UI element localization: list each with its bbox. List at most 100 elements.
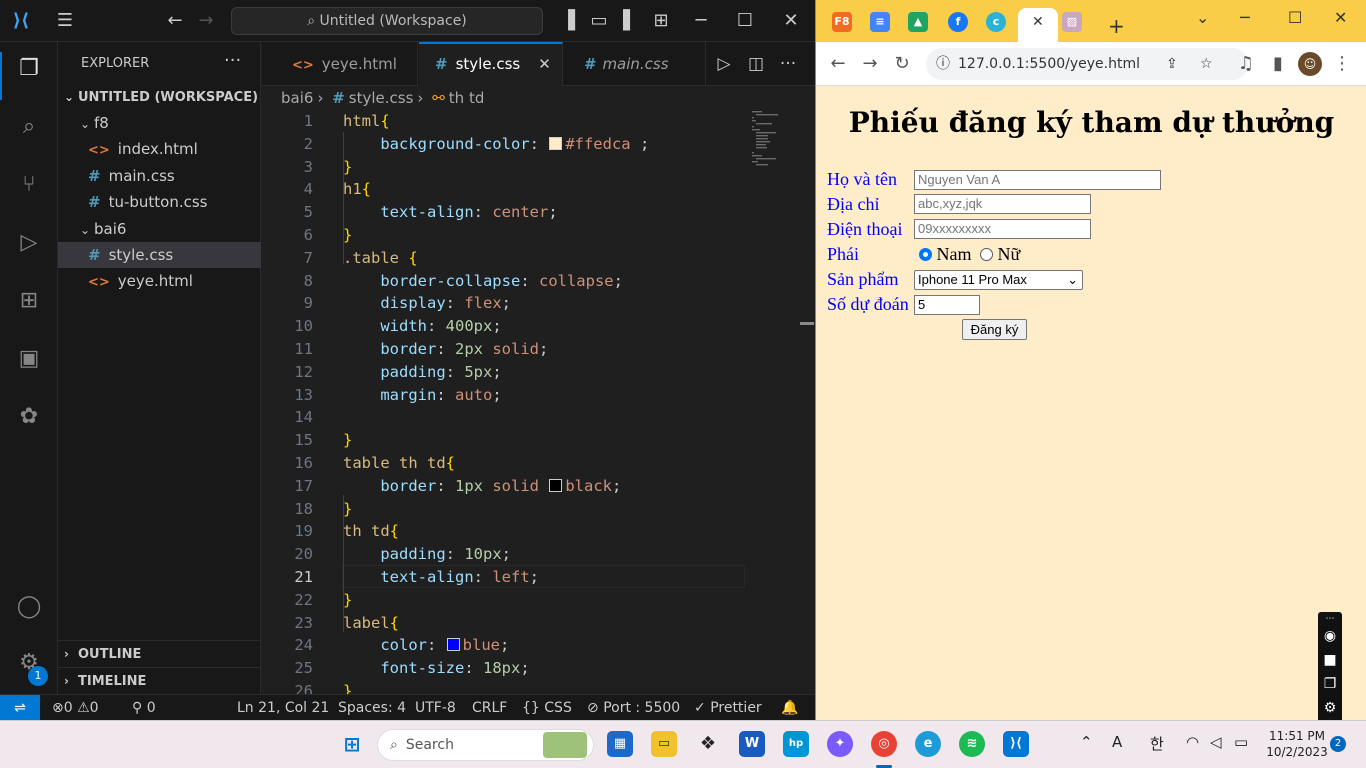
- spotify-icon[interactable]: ≋: [959, 731, 985, 757]
- close-tab-icon[interactable]: ✕: [538, 55, 551, 73]
- store-icon[interactable]: ▦: [607, 731, 633, 757]
- media-icon[interactable]: ♫: [1234, 52, 1258, 76]
- code-line[interactable]: 1 html{: [262, 110, 802, 133]
- color-swatch[interactable]: [549, 136, 563, 150]
- figma-icon[interactable]: ✿: [14, 402, 44, 432]
- address-input[interactable]: abc,xyz,jqk: [914, 194, 1091, 214]
- split-editor-icon[interactable]: ◫: [744, 52, 768, 76]
- code-line[interactable]: 8 border-collapse: collapse;: [262, 270, 802, 293]
- volume-icon[interactable]: ◁: [1210, 733, 1222, 751]
- remote-indicator-icon[interactable]: ⇌: [0, 695, 40, 721]
- forward-icon[interactable]: →: [858, 52, 882, 76]
- command-center[interactable]: ⌕ Untitled (Workspace): [231, 7, 543, 35]
- run-debug-icon[interactable]: ▷: [14, 228, 44, 258]
- editor-scrollbar[interactable]: [800, 110, 814, 694]
- explorer-icon[interactable]: ❐: [14, 54, 44, 84]
- pen-icon[interactable]: A: [1112, 733, 1122, 751]
- indentation[interactable]: Spaces: 4: [338, 695, 406, 721]
- breadcrumb-folder[interactable]: bai6: [281, 89, 313, 107]
- tab-yeye-html[interactable]: <> yeye.html: [262, 42, 418, 86]
- chrome-icon[interactable]: ◎: [871, 731, 897, 757]
- toggle-sidebar-icon[interactable]: ▐: [555, 8, 581, 34]
- file-explorer-icon[interactable]: ▭: [651, 731, 677, 757]
- tab-drive[interactable]: ▲: [908, 12, 928, 32]
- menu-icon[interactable]: ☰: [52, 8, 78, 34]
- file-yeye-html[interactable]: <> yeye.html: [58, 268, 261, 294]
- source-control-icon[interactable]: ⑂: [14, 170, 44, 200]
- tab-f8[interactable]: F8: [832, 12, 852, 32]
- live-server-port[interactable]: ⊘ Port : 5500: [587, 695, 680, 721]
- file-tu-button-css[interactable]: # tu-button.css: [58, 189, 261, 215]
- edge-icon[interactable]: e: [915, 731, 941, 757]
- code-line[interactable]: 10 width: 400px;: [262, 315, 802, 338]
- tab-facebook[interactable]: f: [948, 12, 968, 32]
- new-tab-icon[interactable]: +: [1108, 14, 1125, 38]
- more-actions-icon[interactable]: ···: [224, 50, 241, 71]
- back-icon[interactable]: ←: [826, 52, 850, 76]
- back-icon[interactable]: ←: [162, 8, 188, 34]
- avatar[interactable]: ☺: [1298, 52, 1322, 76]
- forward-icon[interactable]: →: [193, 8, 219, 34]
- code-line[interactable]: 12 padding: 5px;: [262, 361, 802, 384]
- chevron-up-icon[interactable]: ⌃: [1080, 733, 1093, 751]
- vscode-icon[interactable]: ⟩⟨: [1003, 731, 1029, 757]
- color-swatch[interactable]: [549, 478, 563, 492]
- code-line[interactable]: 15}: [262, 429, 802, 452]
- folder-bai6[interactable]: ⌄ bai6: [58, 216, 261, 242]
- radio-male[interactable]: [919, 248, 932, 261]
- guess-input[interactable]: 5: [914, 295, 980, 315]
- close-icon[interactable]: ✕: [1334, 8, 1347, 27]
- breadcrumb-file[interactable]: style.css: [349, 89, 414, 107]
- folder-f8[interactable]: ⌄ f8: [58, 110, 261, 136]
- minimize-icon[interactable]: ─: [1240, 8, 1250, 27]
- timeline-section[interactable]: › TIMELINE: [58, 667, 261, 693]
- toggle-panel-icon[interactable]: ▭: [586, 8, 612, 34]
- video-icon[interactable]: ■: [1318, 652, 1342, 668]
- tab-search-icon[interactable]: ⌄: [1196, 8, 1209, 27]
- tab-edge-like[interactable]: c: [986, 12, 1006, 32]
- tab-yeye-active[interactable]: ✕: [1018, 8, 1058, 42]
- dropbox-icon[interactable]: ❖: [695, 731, 721, 757]
- file-main-css[interactable]: # main.css: [58, 163, 261, 189]
- phone-input[interactable]: 09xxxxxxxxx: [914, 219, 1091, 239]
- product-select[interactable]: Iphone 11 Pro Max ⌄: [914, 270, 1083, 290]
- search-icon[interactable]: ⌕: [14, 112, 44, 142]
- close-tab-icon[interactable]: ✕: [1032, 14, 1044, 30]
- side-panel-icon[interactable]: ▮: [1266, 52, 1290, 76]
- ports-status[interactable]: ⚲ 0: [132, 695, 156, 721]
- file-index-html[interactable]: <> index.html: [58, 136, 261, 162]
- prettier-status[interactable]: ✓ Prettier: [694, 695, 762, 721]
- word-icon[interactable]: W: [739, 731, 765, 757]
- code-line[interactable]: 13 margin: auto;: [262, 384, 802, 407]
- language-mode[interactable]: {} CSS: [522, 695, 572, 721]
- star-icon[interactable]: ☆: [1200, 48, 1213, 80]
- tab-image[interactable]: ▨: [1062, 12, 1082, 32]
- workspace-root[interactable]: ⌄ UNTITLED (WORKSPACE): [58, 84, 261, 110]
- wifi-icon[interactable]: ◠: [1186, 733, 1199, 751]
- code-line[interactable]: 25 font-size: 18px;: [262, 657, 802, 680]
- clock[interactable]: 11:51 PM 10/2/2023: [1262, 728, 1332, 760]
- file-style-css[interactable]: # style.css: [58, 242, 261, 268]
- tab-style-css[interactable]: # style.css ✕: [419, 42, 563, 86]
- code-line[interactable]: 16 table th td{: [262, 452, 802, 475]
- color-swatch[interactable]: [446, 638, 460, 652]
- windows-start-icon[interactable]: ⊞: [339, 731, 365, 757]
- settings-icon[interactable]: ⚙: [1318, 700, 1342, 716]
- outline-section[interactable]: › OUTLINE: [58, 640, 261, 666]
- tab-docs[interactable]: ≡: [870, 12, 890, 32]
- extensions-icon[interactable]: ⊞: [14, 286, 44, 316]
- cursor-position[interactable]: Ln 21, Col 21: [237, 695, 329, 721]
- taskbar-search[interactable]: ⌕ Search: [377, 729, 594, 761]
- code-line[interactable]: 14: [262, 406, 802, 429]
- copilot-icon[interactable]: ✦: [827, 731, 853, 757]
- run-icon[interactable]: ▷: [712, 52, 736, 76]
- line-ending[interactable]: CRLF: [472, 695, 507, 721]
- bell-icon[interactable]: 🔔: [781, 695, 798, 721]
- reload-icon[interactable]: ↻: [890, 52, 914, 76]
- minimap[interactable]: [752, 110, 800, 170]
- share-icon[interactable]: ⇪: [1166, 48, 1178, 80]
- remote-explorer-icon[interactable]: ▣: [14, 344, 44, 374]
- radio-female[interactable]: [980, 248, 993, 261]
- breadcrumb-symbol[interactable]: th td: [449, 89, 485, 107]
- problems-status[interactable]: ⊗0 ⚠0: [52, 695, 99, 721]
